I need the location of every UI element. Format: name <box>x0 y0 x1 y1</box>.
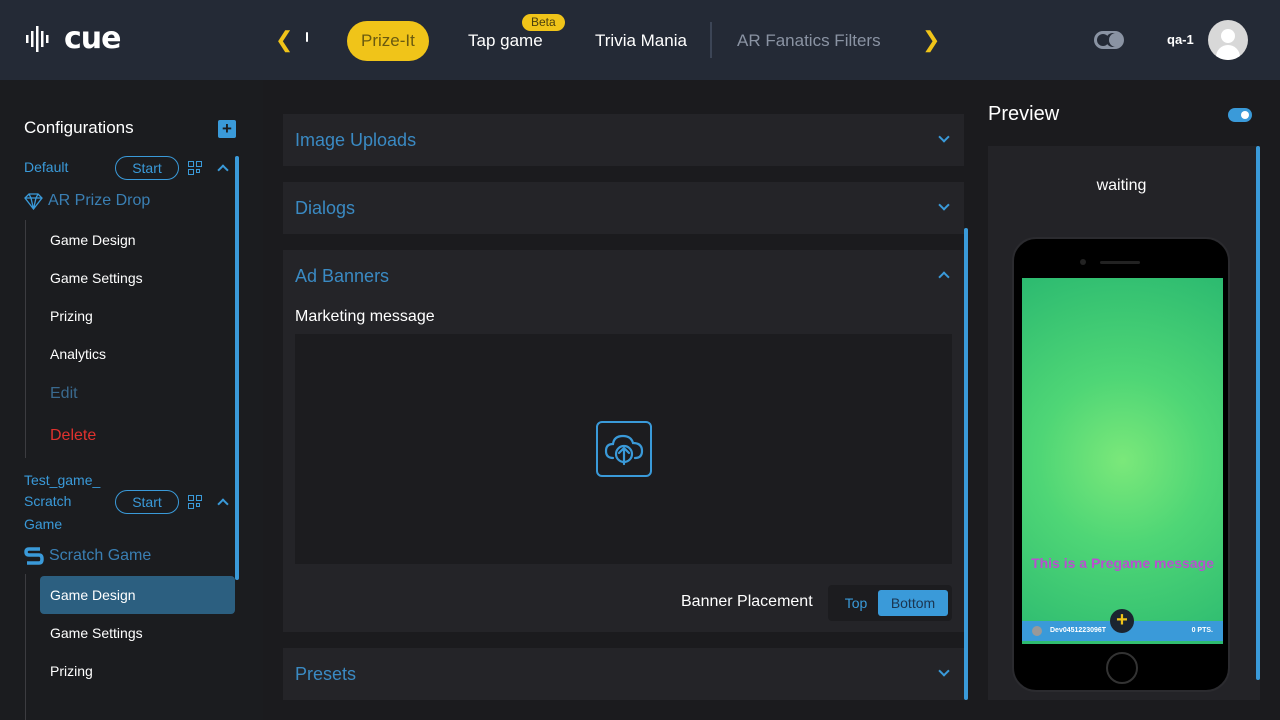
chevron-down-icon[interactable] <box>938 665 950 677</box>
menu-item-game-settings[interactable]: Game Settings <box>40 614 235 652</box>
menu-item-game-design-selected[interactable]: Game Design <box>40 576 235 614</box>
section-ad-banners: Ad Banners Marketing message Banner Plac… <box>283 250 964 632</box>
toggle-knob <box>1241 111 1249 119</box>
start-button-default[interactable]: Start <box>115 156 179 180</box>
tab-prize-it[interactable]: Prize-It <box>347 21 429 61</box>
cloud-upload-glyph-icon <box>604 434 644 466</box>
game-type-scratch-game: Scratch Game <box>24 546 151 566</box>
sidebar-scrollbar[interactable] <box>235 156 239 580</box>
plus-icon[interactable]: + <box>1110 609 1134 633</box>
menu-item-prizing[interactable]: Prizing <box>40 652 235 690</box>
cue-logo[interactable]: cue <box>24 22 121 56</box>
menu-item-analytics[interactable]: Analytics <box>40 335 235 373</box>
section-presets[interactable]: Presets <box>283 648 964 700</box>
preview-toggle[interactable] <box>1228 108 1252 122</box>
scratch-s-icon <box>24 547 44 565</box>
phone-speaker <box>1100 261 1140 264</box>
section-title[interactable]: Ad Banners <box>295 264 389 288</box>
preview-scrollbar[interactable] <box>1256 146 1260 680</box>
section-dialogs[interactable]: Dialogs <box>283 182 964 234</box>
configurations-sidebar: Configurations + Default Start AR Prize … <box>0 80 263 720</box>
points-display: 0 PTS. <box>1191 627 1213 634</box>
preview-panel: Preview waiting This is a Pregame messag… <box>968 80 1280 720</box>
menu-item-delete[interactable]: Delete <box>40 417 235 455</box>
start-button-test-game[interactable]: Start <box>115 490 179 514</box>
placement-bottom-option[interactable]: Bottom <box>878 590 948 616</box>
preview-status: waiting <box>1096 177 1147 194</box>
banner-placement-toggle-group: Top Bottom <box>828 585 952 621</box>
config-name-default[interactable]: Default <box>24 156 68 179</box>
preview-title: Preview <box>988 103 1060 125</box>
config-name-test-game-line3[interactable]: Game <box>24 513 62 536</box>
username: qa-1 <box>1167 32 1194 47</box>
diamond-icon <box>24 192 43 210</box>
chevron-down-icon[interactable] <box>938 131 950 143</box>
avatar-body-icon <box>1216 45 1240 60</box>
section-title: Image Uploads <box>295 130 417 150</box>
banner-placement-label: Banner Placement <box>681 593 813 610</box>
section-title: Presets <box>295 664 357 684</box>
top-navigation-bar: cue ❮ Prize-It Tap game Beta Trivia Mani… <box>0 0 1280 80</box>
nav-scroll-indicator <box>306 32 308 42</box>
beta-badge: Beta <box>522 14 565 31</box>
menu-item-game-design[interactable]: Game Design <box>40 221 235 259</box>
avatar-head-icon <box>1221 29 1235 43</box>
menu-item-edit[interactable]: Edit <box>40 375 235 413</box>
toggle-knob <box>1097 34 1109 46</box>
phone-camera-icon <box>1080 259 1086 265</box>
tab-ar-fanatics-filters[interactable]: AR Fanatics Filters <box>737 21 881 61</box>
theme-toggle[interactable] <box>1094 31 1124 49</box>
config-name-test-game-line2[interactable]: Scratch <box>24 490 71 513</box>
tree-line <box>25 574 26 720</box>
tree-line <box>25 220 26 458</box>
tab-trivia-mania[interactable]: Trivia Mania <box>595 21 687 61</box>
menu-item-game-settings[interactable]: Game Settings <box>40 259 235 297</box>
pregame-message: This is a Pregame message <box>1031 555 1214 571</box>
logo-text: cue <box>64 21 121 56</box>
nav-divider <box>710 22 712 58</box>
section-image-uploads[interactable]: Image Uploads <box>283 114 964 166</box>
nav-prev-arrow-icon[interactable]: ❮ <box>275 28 293 52</box>
collapse-chevron-icon[interactable] <box>217 164 229 176</box>
config-name-test-game-line1[interactable]: Test_game_ <box>24 469 100 492</box>
phone-home-button <box>1106 652 1138 684</box>
marketing-message-upload-area[interactable] <box>295 334 952 564</box>
add-configuration-button[interactable]: + <box>218 120 236 138</box>
section-title: Dialogs <box>295 198 356 218</box>
moon-icon <box>1109 33 1123 47</box>
phone-screen: This is a Pregame message Dev0451223096T… <box>1022 278 1223 644</box>
marketing-message-label: Marketing message <box>295 308 435 325</box>
sidebar-title: Configurations <box>24 118 134 137</box>
chevron-up-icon[interactable] <box>938 271 950 283</box>
avatar[interactable] <box>1208 20 1248 60</box>
qr-code-icon[interactable] <box>188 161 202 175</box>
logo-mark-icon <box>26 26 49 52</box>
menu-item-prizing[interactable]: Prizing <box>40 297 235 335</box>
phone-mockup: This is a Pregame message Dev0451223096T… <box>1012 237 1230 692</box>
game-type-label: AR Prize Drop <box>48 192 151 209</box>
game-type-ar-prize-drop: AR Prize Drop <box>24 192 150 210</box>
device-avatar-icon <box>1032 626 1042 636</box>
device-id: Dev0451223096T <box>1050 627 1107 634</box>
qr-code-icon[interactable] <box>188 495 202 509</box>
game-type-label: Scratch Game <box>49 547 152 564</box>
cloud-upload-icon[interactable] <box>596 421 652 477</box>
chevron-down-icon[interactable] <box>938 199 950 211</box>
placement-top-option[interactable]: Top <box>834 590 878 616</box>
collapse-chevron-icon[interactable] <box>217 498 229 510</box>
nav-next-arrow-icon[interactable]: ❯ <box>922 28 940 52</box>
